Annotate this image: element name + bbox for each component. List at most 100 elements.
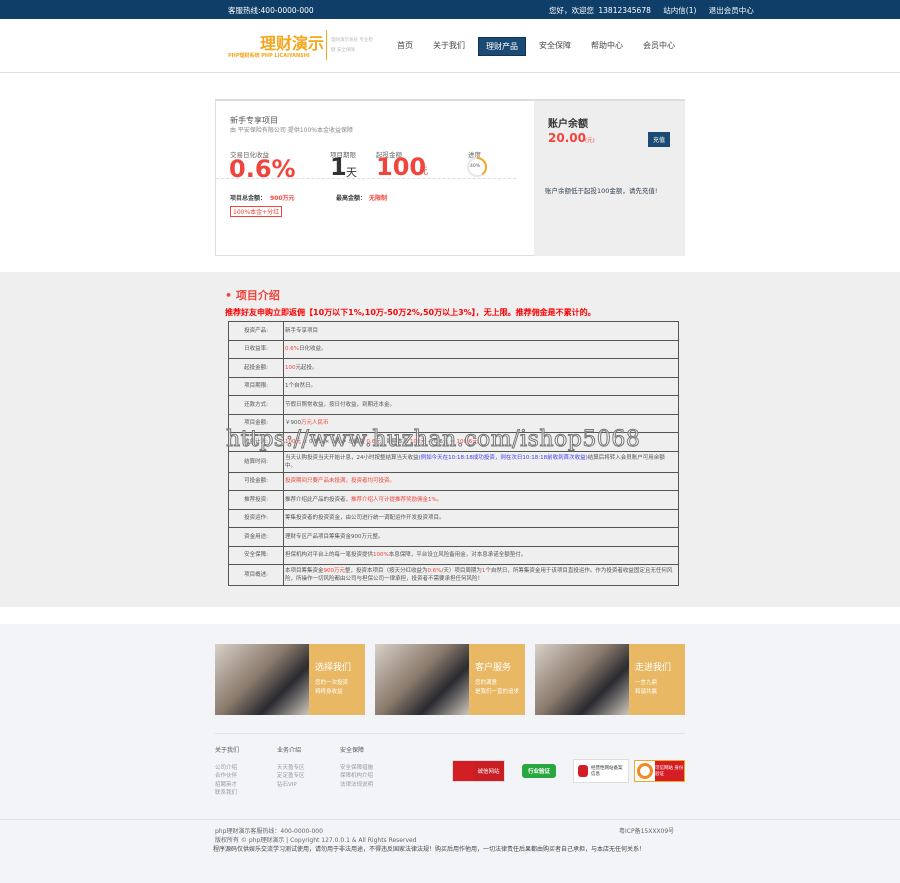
logo[interactable]: 理财演示 PHP理财系统 PHP LICAIYANSHI 理财演示系统 专业稳健… [228, 30, 373, 60]
icp-number: 粤ICP备15XXX09号 [619, 828, 675, 835]
row-label: 日收益率: [228, 339, 284, 359]
nav-item[interactable]: 首页 [390, 37, 420, 56]
total-value: 900万元 [270, 195, 295, 202]
value-segment: 整，投资本项目（按天分红收益为 [345, 568, 428, 574]
row-label: 可投金额: [228, 471, 284, 491]
value-segment: 元起投。 [295, 364, 318, 371]
project-guarantee: 由 平安保险有限公司 提供100%本金收益保障 [230, 127, 353, 134]
footer-column: 业务介绍天天盈专区 定定盈专区 钻石VIP [277, 747, 305, 789]
footer-column: 安全保障安全保障措施 保障机构介绍 法律法规说明 [340, 747, 373, 789]
badge-credit-site[interactable]: 诚信网站 [452, 760, 505, 782]
footer-link[interactable]: 合作伙伴 [215, 772, 239, 781]
row-label: 投资产品: [228, 321, 284, 341]
value-segment: 100 [285, 364, 296, 371]
promo-card[interactable]: 选择我们 您的一次投资 将终身收益 [215, 644, 365, 715]
nav-item[interactable]: 帮助中心 [584, 37, 630, 56]
footer-column: 关于我们 公司介绍 合作伙伴 招聘英才 联系我们 [215, 747, 239, 798]
nav-item[interactable]: 理财产品 [478, 37, 526, 56]
row-value: 担保机构对平台上的每一笔投资提供100%本息保障，平台设立风险备用金，对本息承诺… [283, 545, 679, 565]
footer-link[interactable]: 法律法规说明 [340, 781, 373, 790]
row-value: 推荐介绍此产品的投资者，推荐介绍人可计提推荐奖励佣金1%。 [283, 490, 679, 510]
value-segment: 新手专享项目 [285, 327, 319, 334]
value-segment: 1个自然日。 [285, 383, 316, 390]
tag-badge: 100%本金+分红 [230, 206, 283, 217]
footer-link[interactable]: 联系我们 [215, 789, 239, 798]
table-row: 起投金额: 100元起投。 [228, 358, 679, 378]
table-row: 投资运作: 筹集投资者的投资资金，由公司进行统一调配运作开发投资项目。 [228, 508, 679, 528]
badge-trusted-site[interactable]: 可信网站 身份验证 [634, 760, 685, 782]
value-segment: 投资期间只要产品未投满，投资者均可投资。 [285, 478, 396, 485]
row-label: 资金用途: [228, 527, 284, 547]
logout-link[interactable]: 退出会员中心 [709, 6, 754, 15]
footer-link[interactable]: 定定盈专区 [277, 772, 305, 781]
promo-card[interactable]: 客户服务您的满意是我们一直的追求 [375, 644, 525, 715]
nav-item[interactable]: 关于我们 [426, 37, 472, 56]
promo-line: 您的一次投资 [315, 680, 349, 686]
watermark: https://www.huzhan.com/ishop5068 [225, 427, 641, 453]
promo-line: 将终身收益 [315, 689, 343, 695]
balance-unit: (元) [585, 138, 595, 144]
table-row: 项目期限: 1个自然日。 [228, 376, 679, 396]
row-label: 项目概述: [228, 564, 284, 586]
min-unit: 元 [419, 167, 429, 177]
value-segment: ￥900 [285, 420, 301, 427]
referral-promo: 推荐好友申购立即返佣【10万以下1%,10万-50万2%,50万以上3%】，无上… [225, 308, 596, 317]
row-value: 本项目筹集资金900万元整，投资本项目（按天分红收益为0.6%/天）项目周期为1… [283, 564, 679, 586]
value-segment: 0.6% [285, 346, 299, 353]
footer-column-title: 业务介绍 [277, 747, 302, 754]
badge-industry-verified[interactable]: 行业验证 [510, 760, 568, 782]
nav-item[interactable]: 会员中心 [636, 37, 682, 56]
value-segment: 万元人民币 [301, 420, 329, 427]
project-card: 新手专享项目 由 平安保险有限公司 提供100%本金收益保障 交易日化收益 0.… [215, 99, 685, 256]
table-row: 推荐投资: 推荐介绍此产品的投资者，推荐介绍人可计提推荐奖励佣金1%。 [228, 490, 679, 510]
header: 理财演示 PHP理财系统 PHP LICAIYANSHI 理财演示系统 专业稳健… [0, 19, 900, 73]
value-segment: 理财专区产品项目筹集资金900万元整。 [285, 533, 384, 540]
main-nav: 首页 关于我们 理财产品 安全保障 帮助中心 会员中心 [390, 37, 688, 56]
row-value: 1个自然日。 [283, 376, 679, 396]
nav-item[interactable]: 安全保障 [532, 37, 578, 56]
intro-title: • 项目介绍 [225, 289, 280, 302]
footer-link[interactable]: 天天盈专区 [277, 764, 305, 773]
row-value: 筹集投资者的投资资金，由公司进行统一调配运作开发投资项目。 [283, 508, 679, 528]
max-label: 最高金额： [336, 195, 367, 202]
footer-link[interactable]: 保障机构介绍 [340, 772, 373, 781]
value-segment: 本息保障，平台设立风险备用金，对本息承诺全额垫付。 [388, 552, 527, 559]
promo-title: 客户服务 [475, 663, 512, 673]
footer-link[interactable]: 钻石VIP [277, 781, 305, 790]
hotline: 客服热线:400-0000-000 [228, 6, 314, 15]
table-row: 日收益率: 0.6%日化收益。 [228, 339, 679, 359]
promo-line: 是我们一直的追求 [475, 689, 520, 695]
row-value: 100元起投。 [283, 358, 679, 378]
value-segment: 本项目筹集资金 [285, 568, 324, 574]
account-title: 账户余额 [548, 119, 588, 130]
footer-link[interactable]: 公司介绍 [215, 764, 239, 773]
max-value: 无限制 [369, 195, 388, 202]
balance: 20.00 [548, 131, 586, 145]
table-row: 项目概述: 本项目筹集资金900万元整，投资本项目（按天分红收益为0.6%/天）项… [228, 564, 679, 586]
recharge-button[interactable]: 充值 [648, 132, 671, 147]
copyright: 版权所有 © php理财演示 | Copyright 127.0.0.1 & A… [215, 837, 417, 844]
promo-card[interactable]: 走进我们 一言九鼎 和谐共赢 [535, 644, 685, 715]
promo-photo [215, 644, 309, 715]
term-value: 1 [330, 153, 347, 181]
footer-link[interactable]: 招聘英才 [215, 781, 239, 790]
messages-link[interactable]: 站内信(1) [663, 6, 696, 15]
row-label: 结算时间: [228, 450, 284, 473]
badge-icp-record[interactable]: 经营性网站备案信息 [573, 759, 629, 783]
value-segment: 900万元 [323, 568, 346, 574]
row-value: 新手专享项目 [283, 321, 679, 341]
row-value: 0.6%日化收益。 [283, 339, 679, 359]
promo-photo [375, 644, 469, 715]
row-label: 安全保障: [228, 545, 284, 565]
logo-slogan: 理财演示系统 专业稳健 安全保障 [331, 38, 373, 53]
footer-column-title: 安全保障 [340, 747, 365, 754]
promo-photo [535, 644, 629, 715]
footer-link[interactable]: 安全保障措施 [340, 764, 373, 773]
promo-line: 您的满意 [475, 680, 498, 686]
table-row: 还款方式: 节假日照常收益，按日付收益，到期还本金。 [228, 395, 679, 415]
row-label: 起投金额: [228, 358, 284, 378]
greeting: 您好，欢迎您 13812345678 [549, 6, 651, 15]
promo-title: 走进我们 [635, 663, 672, 673]
progress-value: 40% [470, 164, 481, 169]
bottom-bar: php理财演示客服热线：400-0000-000 粤ICP备15XXX09号 版… [0, 819, 900, 853]
